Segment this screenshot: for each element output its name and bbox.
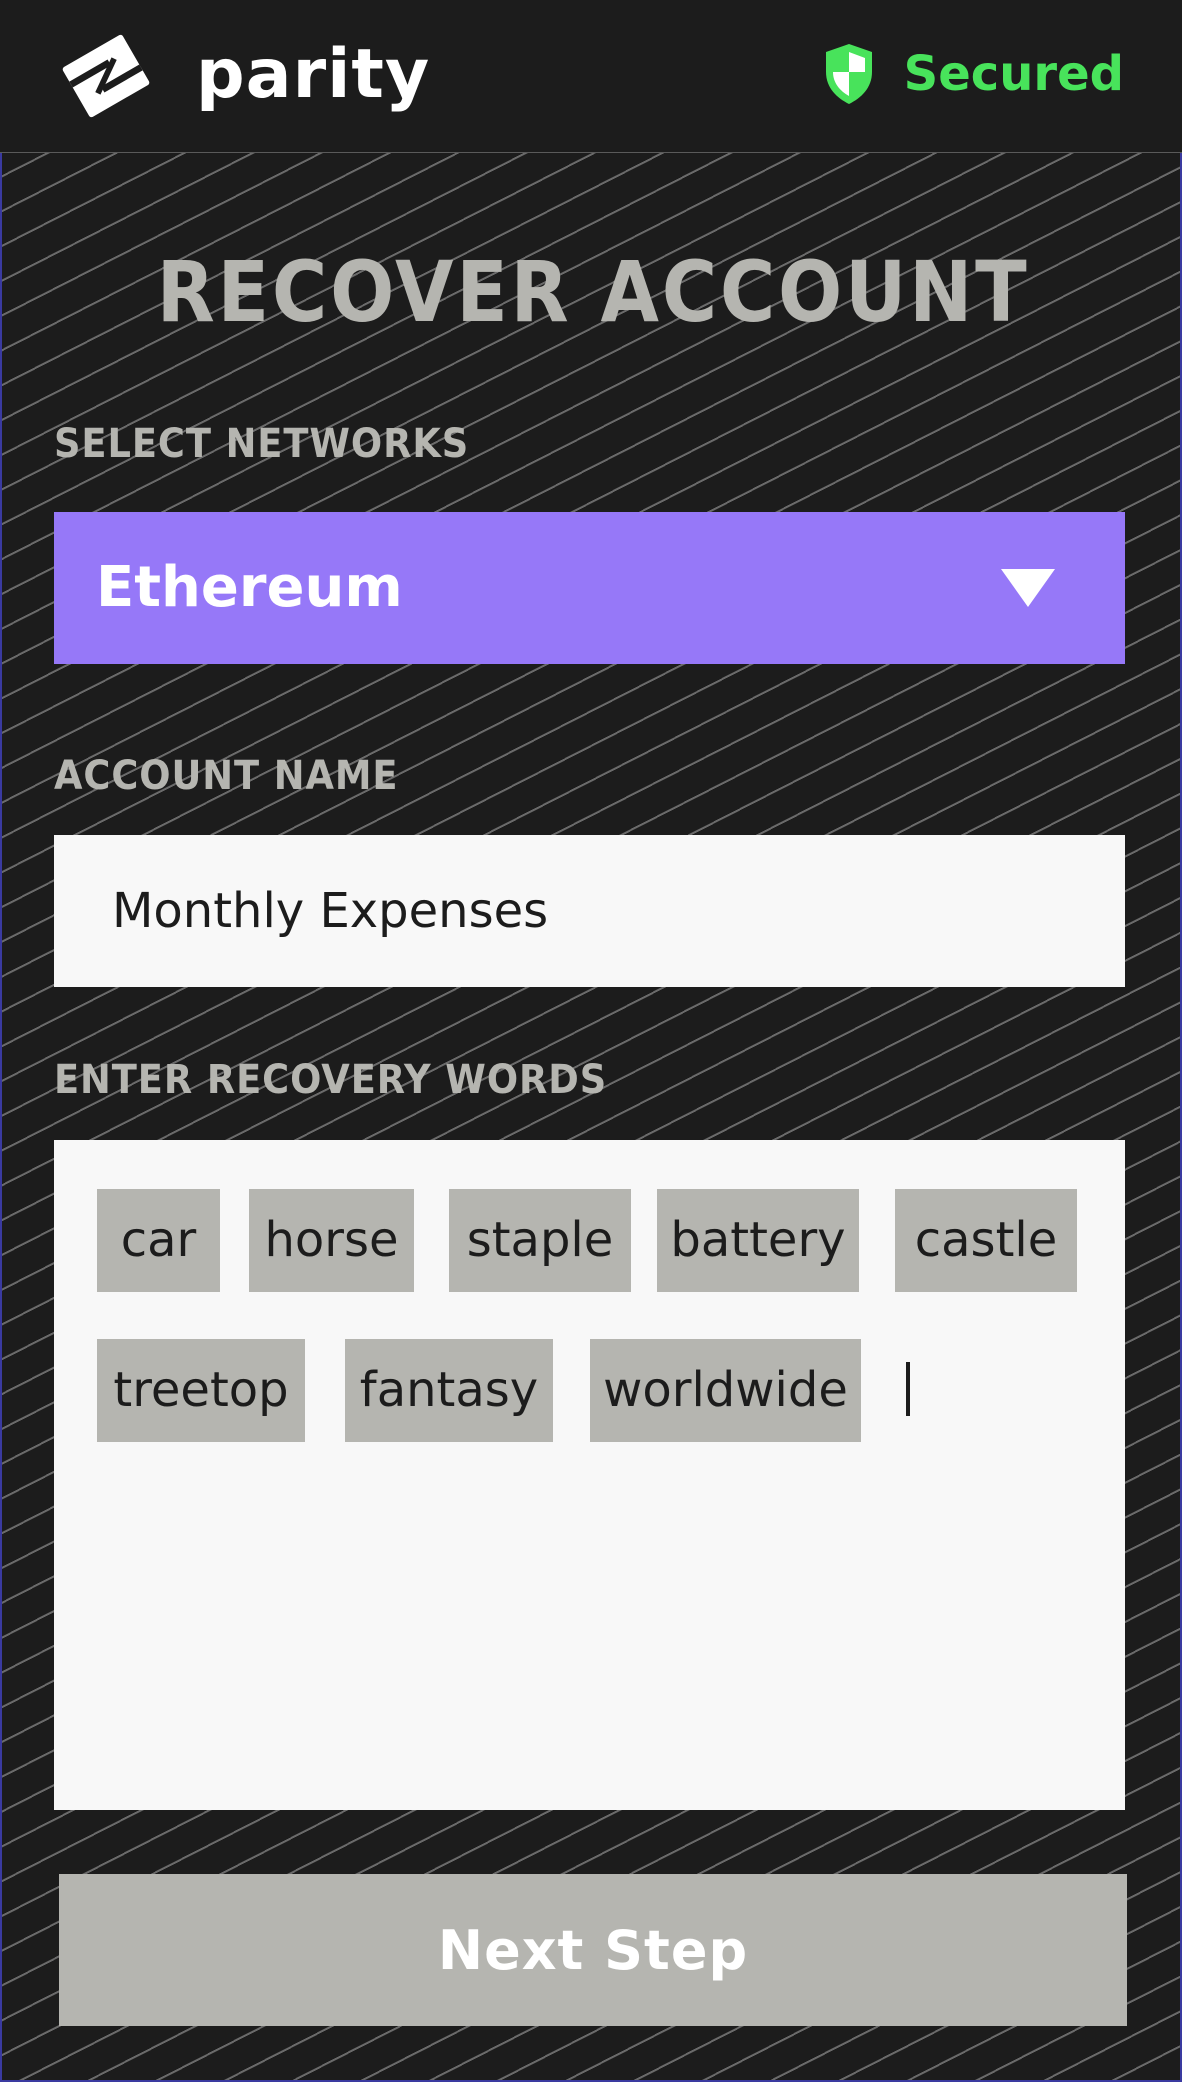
recovery-words-input[interactable]: car horse staple battery castle treetop …	[54, 1140, 1125, 1810]
page-title: RECOVER ACCOUNT	[156, 243, 1030, 341]
recovery-word-chip[interactable]: castle	[895, 1189, 1077, 1292]
network-dropdown[interactable]: Ethereum	[54, 512, 1125, 664]
brand-name: parity	[196, 35, 431, 114]
recovery-word-chip[interactable]: staple	[449, 1189, 631, 1292]
text-caret	[906, 1362, 910, 1416]
recovery-word-chip[interactable]: worldwide	[590, 1339, 861, 1442]
recovery-word-chip[interactable]: battery	[657, 1189, 859, 1292]
shield-icon	[825, 44, 872, 104]
recovery-word-chip[interactable]: horse	[249, 1189, 414, 1292]
security-status: Secured	[822, 38, 1124, 110]
app-header: parity Secured	[0, 0, 1182, 153]
recovery-word-chip[interactable]: treetop	[97, 1339, 305, 1442]
network-selected-value: Ethereum	[96, 555, 403, 620]
recover-form: RECOVER ACCOUNT SELECT NETWORKS Ethereum…	[0, 153, 1182, 2082]
secured-label: Secured	[903, 46, 1124, 102]
chevron-down-icon	[1001, 569, 1055, 607]
next-step-button[interactable]: Next Step	[59, 1874, 1127, 2026]
networks-label: SELECT NETWORKS	[54, 421, 470, 467]
recovery-word-chip[interactable]: car	[97, 1189, 220, 1292]
parity-logo-icon	[62, 34, 150, 118]
recovery-words-label: ENTER RECOVERY WORDS	[54, 1057, 608, 1103]
account-name-label: ACCOUNT NAME	[54, 753, 399, 799]
recovery-word-chip[interactable]: fantasy	[345, 1339, 553, 1442]
recover-account-screen: parity Secured RECOVER ACCOUNT SELECT NE…	[0, 0, 1182, 2082]
account-name-input[interactable]	[54, 835, 1125, 987]
